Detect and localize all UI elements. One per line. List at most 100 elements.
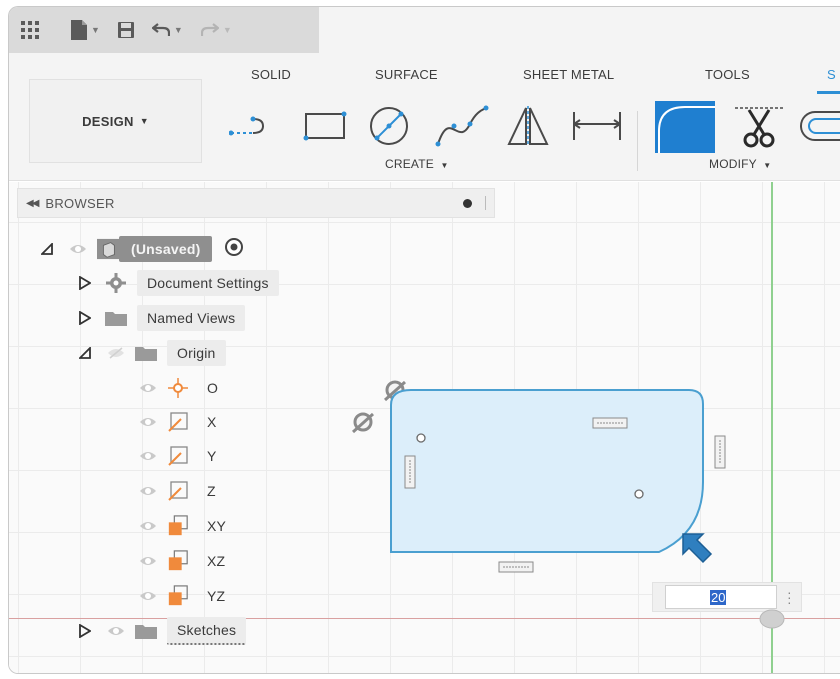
gear-icon [105,273,127,293]
browser-item-named-views[interactable]: Named Views [77,303,246,333]
resize-grip[interactable] [485,196,486,210]
save-icon [117,22,134,38]
undo-button[interactable]: ▼ [151,15,183,45]
eye-hidden-icon[interactable] [105,347,127,359]
browser-item-document-settings[interactable]: Document Settings [77,268,279,298]
origin-item-plane-yz[interactable]: YZ [137,581,233,611]
line-tool[interactable] [227,103,271,149]
fillet-radius-value[interactable]: 20 [710,589,727,605]
origin-item-axis-z[interactable]: Z [137,476,224,506]
browser-item-sketches[interactable]: Sketches [77,616,247,646]
tab-sketch[interactable]: S [827,67,836,82]
workspace-switcher[interactable]: DESIGN ▼ [29,79,202,163]
eye-icon[interactable] [67,243,89,255]
file-menu-button[interactable]: ▼ [71,15,100,45]
app-menu-button[interactable] [21,15,39,45]
dimension-icon [573,112,621,140]
collapse-icon[interactable]: ◀◀ [26,198,39,209]
eye-icon[interactable] [137,555,159,567]
origin-item-label: YZ [207,588,226,604]
browser-header[interactable]: ◀◀ BROWSER [17,188,495,218]
expanded-triangle-icon[interactable] [77,347,93,359]
chevron-down-icon: ▼ [91,25,100,35]
eye-icon[interactable] [137,382,159,394]
create-menu[interactable]: CREATE ▼ [385,157,449,171]
horizontal-constraint-icon[interactable] [592,417,628,429]
tab-solid[interactable]: SOLID [251,67,291,82]
origin-item-point[interactable]: O [137,373,226,403]
chevron-down-icon: ▼ [173,25,183,35]
mirror-icon [507,106,549,146]
collapsed-triangle-icon[interactable] [77,624,93,638]
sketch-profile[interactable] [339,362,739,602]
fillet-radius-field[interactable]: 20 [665,585,777,609]
origin-marker-icon [759,609,785,629]
more-options-icon[interactable]: · · · [787,585,792,609]
component-icon [97,238,119,260]
save-button[interactable] [117,15,134,45]
sketches-label: Sketches [167,617,247,645]
axis-icon [167,445,189,467]
dimension-tool[interactable] [569,103,625,149]
canvas-viewport[interactable]: ◀◀ BROWSER (Unsaved) Document Settings N… [9,182,840,673]
vertical-constraint-icon[interactable] [714,435,726,469]
cursor-arrow-icon [682,533,713,564]
origin-label: Origin [167,340,226,366]
fillet-icon [655,101,715,153]
axis-icon [167,411,189,433]
rectangle-icon [303,111,347,141]
origin-item-label: XY [207,518,227,534]
sketch-region[interactable] [390,389,704,553]
offset-tool[interactable] [797,103,840,149]
fillet-tool[interactable] [653,101,717,153]
modify-menu-label: MODIFY [709,157,757,171]
activate-radio-icon[interactable] [224,237,244,262]
rectangle-tool[interactable] [299,103,351,149]
line-icon [229,116,265,136]
folder-icon [135,623,157,639]
eye-icon[interactable] [137,520,159,532]
origin-point-icon [167,377,189,399]
redo-button[interactable]: ▼ [200,15,232,45]
eye-icon[interactable] [137,416,159,428]
pin-icon[interactable] [463,198,472,208]
collapsed-triangle-icon[interactable] [77,311,93,325]
eye-icon[interactable] [137,450,159,462]
redo-icon [200,23,219,36]
browser-title: BROWSER [45,195,115,211]
origin-item-plane-xy[interactable]: XY [137,511,234,541]
scissors-icon [735,107,783,148]
trim-tool[interactable] [729,103,789,149]
browser-root-row[interactable]: (Unsaved) [39,234,244,264]
origin-item-label: Z [207,483,216,499]
tab-tools[interactable]: TOOLS [705,67,750,82]
origin-item-axis-x[interactable]: X [137,407,225,437]
modify-menu[interactable]: MODIFY ▼ [709,157,771,171]
vertical-constraint-icon[interactable] [404,455,416,489]
spline-tool[interactable] [431,103,493,149]
axis-icon [167,480,189,502]
mirror-tool[interactable] [503,103,553,149]
collapsed-triangle-icon[interactable] [77,276,93,290]
browser-item-origin[interactable]: Origin [77,338,226,368]
group-separator [637,111,638,171]
tab-surface[interactable]: SURFACE [375,67,438,82]
plane-icon [167,549,189,573]
plane-icon [167,514,189,538]
ribbon: DESIGN ▼ SOLID SURFACE SHEET METAL TOOLS… [9,53,840,181]
folder-icon [105,310,127,326]
origin-item-plane-xz[interactable]: XZ [137,546,233,576]
horizontal-constraint-icon[interactable] [498,561,534,573]
tab-sheet-metal[interactable]: SHEET METAL [523,67,614,82]
offset-icon [800,111,840,141]
title-bar-area [319,7,840,53]
eye-icon[interactable] [137,590,159,602]
create-menu-label: CREATE [385,157,434,171]
tangent-constraint-icon[interactable] [351,412,375,434]
origin-item-label: Y [207,448,217,464]
expanded-triangle-icon[interactable] [39,243,55,255]
circle-tool[interactable] [365,103,413,149]
eye-icon[interactable] [137,485,159,497]
origin-item-axis-y[interactable]: Y [137,441,225,471]
eye-icon[interactable] [105,625,127,637]
